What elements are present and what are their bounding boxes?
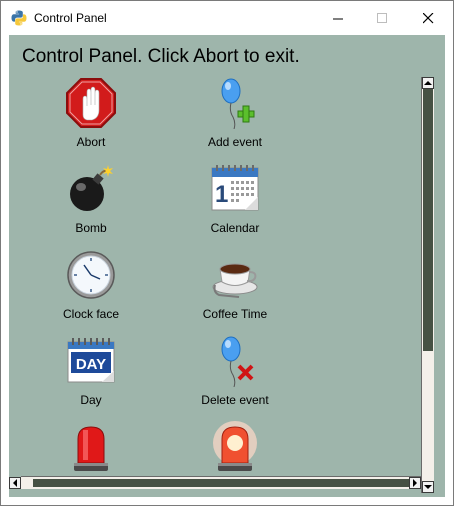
close-button[interactable] <box>405 1 451 35</box>
balloon-add-icon <box>221 78 255 129</box>
python-logo-icon <box>11 10 27 26</box>
control-panel-window: Control Panel Control Panel. Click Abort… <box>0 0 454 506</box>
abort-tile[interactable]: Abort <box>26 77 156 163</box>
bomb-label: Bomb <box>75 221 107 235</box>
glowing-siren-tile[interactable] <box>170 421 300 477</box>
scroll-right-button[interactable] <box>409 477 421 489</box>
bomb-icon <box>70 165 113 211</box>
clock-face-label: Clock face <box>62 307 120 321</box>
abort-label: Abort <box>76 135 106 149</box>
delete-event-label: Delete event <box>201 393 269 407</box>
close-icon <box>422 12 433 23</box>
calendar-label: Calendar <box>210 221 260 235</box>
day-tile[interactable]: DAY Day <box>26 335 156 421</box>
add-event-tile[interactable]: Add event <box>170 77 300 163</box>
window-title: Control Panel <box>34 11 107 25</box>
minimize-button[interactable] <box>315 1 361 35</box>
coffee-time-tile[interactable]: Coffee Time <box>170 249 300 335</box>
minimize-icon <box>332 18 343 19</box>
right-arrow-icon <box>413 479 417 487</box>
title-bar[interactable]: Control Panel <box>1 1 453 35</box>
calendar-tile[interactable]: 1 Calendar <box>170 163 300 249</box>
icon-grid: Abort Add event Bomb 1 Calendar Clock fa… <box>9 77 421 477</box>
horizontal-scroll-thumb[interactable] <box>33 479 409 487</box>
svg-text:DAY: DAY <box>76 356 106 373</box>
glowing-siren-icon <box>213 421 257 471</box>
svg-text:1: 1 <box>215 181 228 208</box>
left-arrow-icon <box>13 479 17 487</box>
scroll-up-button[interactable] <box>422 77 434 89</box>
red-siren-icon <box>74 426 108 471</box>
client-area: Control Panel. Click Abort to exit. Abor… <box>9 35 445 497</box>
maximize-icon <box>376 12 387 23</box>
calendar-icon: 1 <box>211 165 259 211</box>
clock-face-tile[interactable]: Clock face <box>26 249 156 335</box>
add-event-label: Add event <box>207 135 263 149</box>
coffee-cup-icon <box>212 263 258 298</box>
maximize-button[interactable] <box>359 1 405 35</box>
bomb-tile[interactable]: Bomb <box>26 163 156 249</box>
siren-tile[interactable] <box>26 421 156 477</box>
horizontal-scrollbar[interactable] <box>9 476 421 489</box>
delete-event-tile[interactable]: Delete event <box>170 335 300 421</box>
stop-hand-icon <box>66 78 116 128</box>
day-label: Day <box>80 393 102 407</box>
balloon-delete-icon <box>221 336 254 387</box>
up-arrow-icon <box>424 81 432 85</box>
coffee-time-label: Coffee Time <box>202 307 268 321</box>
instruction-heading: Control Panel. Click Abort to exit. <box>22 46 300 67</box>
day-calendar-icon: DAY <box>67 338 115 383</box>
vertical-scroll-thumb[interactable] <box>423 89 433 351</box>
scroll-down-button[interactable] <box>422 481 434 493</box>
down-arrow-icon <box>424 485 432 489</box>
vertical-scrollbar[interactable] <box>421 77 434 493</box>
clock-face-icon <box>67 251 115 299</box>
scroll-left-button[interactable] <box>9 477 21 489</box>
